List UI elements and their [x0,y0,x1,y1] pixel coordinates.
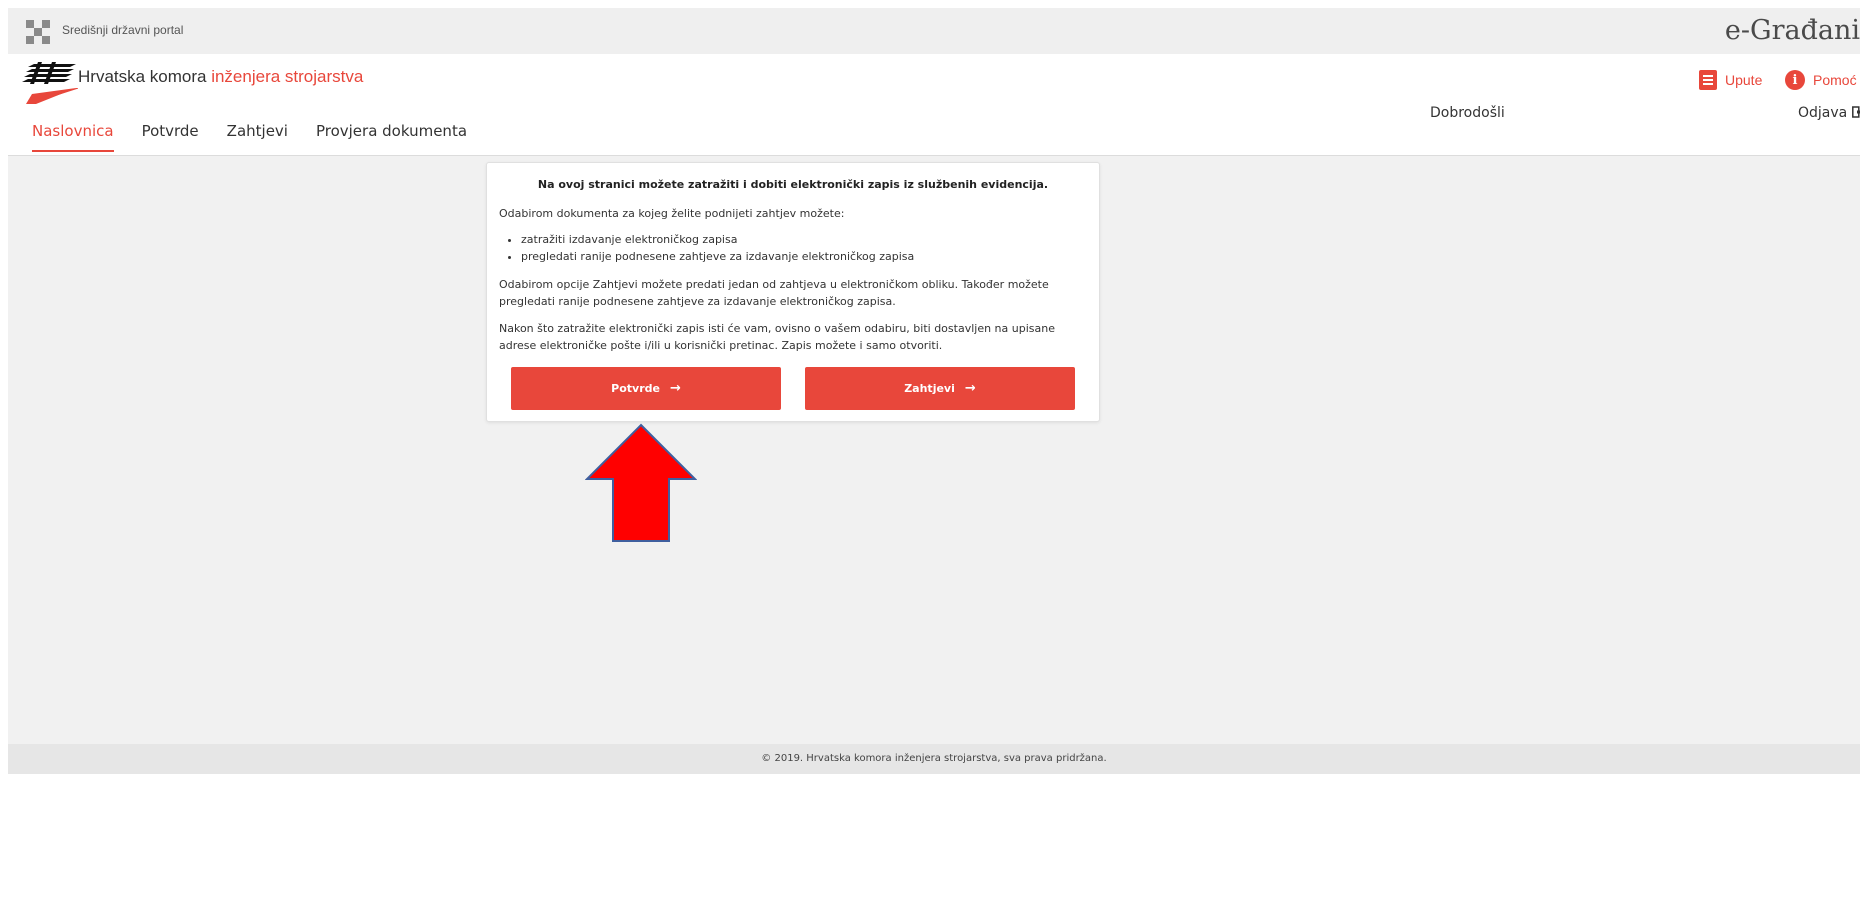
card-bullet-list: zatražiti izdavanje elektroničkog zapisa… [499,231,1081,265]
upute-label: Upute [1725,72,1763,88]
list-item: zatražiti izdavanje elektroničkog zapisa [521,231,1081,248]
footer-copyright: © 2019. Hrvatska komora inženjera stroja… [761,753,1107,764]
pomoc-link[interactable]: i Pomoć [1785,70,1857,90]
potvrde-button-label: Potvrde [611,382,660,395]
pomoc-label: Pomoć [1813,72,1857,88]
zahtjevi-button-label: Zahtjevi [904,382,955,395]
logout-link[interactable]: Odjava [1798,105,1860,121]
potvrde-button[interactable]: Potvrde → [511,367,781,410]
tab-provjera-dokumenta[interactable]: Provjera dokumenta [316,122,467,152]
logout-icon [1851,106,1860,118]
red-up-arrow-annotation-icon [585,423,697,542]
page-footer: © 2019. Hrvatska komora inženjera stroja… [8,744,1860,774]
info-icon: i [1785,70,1805,90]
org-name[interactable]: Hrvatska komora inženjera strojarstva [78,67,363,87]
logout-label: Odjava [1798,105,1848,121]
arrow-right-icon: → [964,381,976,396]
upute-link[interactable]: Upute [1699,70,1762,90]
below-footer-area [8,774,1860,912]
egradani-brand[interactable]: e-Građani [1725,15,1860,46]
gov-portal-bar: Središnji državni portal e-Građani [8,8,1860,55]
book-icon [1699,70,1717,90]
card-intro: Odabirom dokumenta za kojeg želite podni… [499,207,845,220]
zahtjevi-button[interactable]: Zahtjevi → [805,367,1075,410]
card-title: Na ovoj stranici možete zatražiti i dobi… [537,178,1049,191]
tab-zahtjevi[interactable]: Zahtjevi [227,122,288,152]
org-name-part2: inženjera strojarstva [211,67,364,86]
arrow-right-icon: → [669,381,681,396]
list-item: pregledati ranije podnesene zahtjeve za … [521,248,1081,265]
card-paragraph-2: Odabirom opcije Zahtjevi možete predati … [499,278,1049,308]
tab-naslovnica[interactable]: Naslovnica [32,122,114,152]
gov-portal-link[interactable]: Središnji državni portal [62,23,183,37]
page-frame: Središnji državni portal e-Građani Hrvat… [8,8,1860,912]
org-name-part1: Hrvatska komora [78,67,212,86]
card-paragraph-3: Nakon što zatražite elektronički zapis i… [499,322,1055,352]
gov-portal-logo-icon[interactable] [26,20,50,44]
info-card: Na ovoj stranici možete zatražiti i dobi… [486,162,1100,422]
tab-potvrde[interactable]: Potvrde [142,122,199,152]
org-logo-icon[interactable] [22,60,78,108]
site-header: Hrvatska komora inženjera strojarstva Up… [8,54,1860,156]
welcome-text: Dobrodošli [1430,105,1505,121]
main-nav: Naslovnica Potvrde Zahtjevi Provjera dok… [32,122,467,152]
